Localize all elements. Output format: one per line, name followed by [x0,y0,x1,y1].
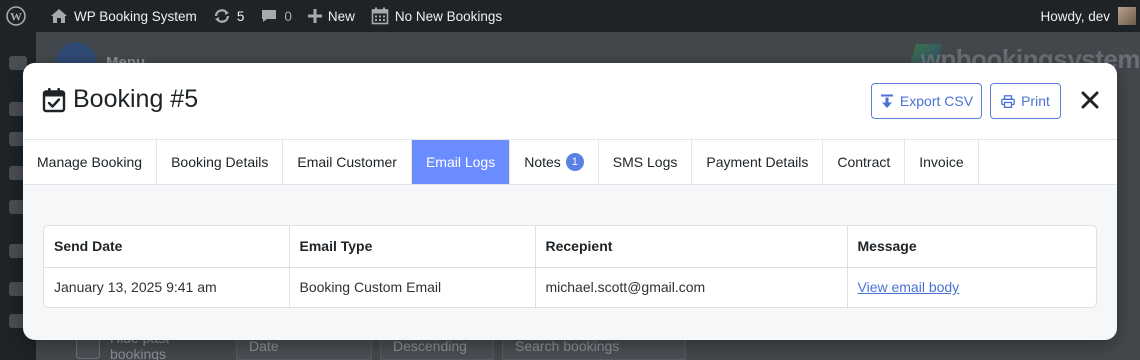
updates-count: 5 [236,8,245,24]
my-account-link[interactable]: Howdy, dev [1032,0,1140,32]
print-button[interactable]: Print [990,83,1061,119]
print-label: Print [1021,93,1050,109]
new-content-link[interactable]: New [300,0,363,32]
column-header-recipient: Recepient [535,226,848,268]
tab-label: Notes [524,154,561,170]
export-csv-label: Export CSV [899,93,974,109]
wordpress-logo-button[interactable]: W [0,0,42,32]
new-label: New [327,8,355,24]
bookings-notice-link[interactable]: No New Bookings [363,0,510,32]
tab-email-logs[interactable]: Email Logs [411,140,511,184]
comments-link[interactable]: 0 [252,0,300,32]
tab-invoice[interactable]: Invoice [905,140,979,184]
tab-label: Manage Booking [37,154,143,170]
calendar-check-icon [42,87,66,113]
comments-count: 0 [284,8,292,24]
sort-order-value: Descending [393,338,467,354]
site-name-link[interactable]: WP Booking System [42,0,205,32]
admin-bar: W WP Booking System 5 0 New No New Booki… [0,0,1140,32]
download-icon [880,94,894,109]
message-cell: View email body [847,267,1096,307]
comment-icon [260,8,278,24]
wordpress-icon: W [6,6,26,26]
modal-tabs: Manage Booking Booking Details Email Cus… [23,140,1117,185]
avatar [1118,7,1136,25]
svg-text:W: W [10,10,22,24]
modal-title: Booking #5 [42,85,198,114]
tab-label: Payment Details [706,154,809,170]
updates-link[interactable]: 5 [205,0,253,32]
howdy-label: Howdy, dev [1040,8,1110,24]
table-header-row: Send Date Email Type Recepient Message [44,226,1096,268]
recipient-cell: michael.scott@gmail.com [535,267,848,307]
tab-label: Email Logs [425,154,496,170]
calendar-icon [371,7,389,25]
view-email-body-link[interactable]: View email body [858,279,960,295]
updates-icon [213,8,231,24]
print-icon [1001,94,1015,108]
column-header-send-date: Send Date [44,226,290,268]
tab-label: SMS Logs [612,154,678,170]
bookings-notice-label: No New Bookings [394,8,503,24]
column-header-message: Message [847,226,1096,268]
email-logs-table-wrap: Send Date Email Type Recepient Message J… [43,225,1097,308]
tab-label: Booking Details [171,154,269,170]
notes-count-badge: 1 [565,153,584,171]
booking-modal: Booking #5 Export CSV Print Manage Booki… [23,63,1117,340]
booking-title: Booking #5 [73,85,199,113]
close-icon[interactable] [1079,89,1101,111]
sort-field-value: Date [249,338,279,354]
tab-notes[interactable]: Notes 1 [510,140,599,184]
table-row: January 13, 2025 9:41 am Booking Custom … [44,267,1096,307]
tab-label: Invoice [919,154,964,170]
tab-contract[interactable]: Contract [823,140,906,184]
export-csv-button[interactable]: Export CSV [871,83,982,119]
tab-manage-booking[interactable]: Manage Booking [23,140,158,184]
email-type-cell: Booking Custom Email [289,267,536,307]
modal-header: Booking #5 Export CSV Print [23,63,1117,140]
plus-icon [307,9,322,23]
column-header-email-type: Email Type [289,226,536,268]
tab-payment-details[interactable]: Payment Details [692,140,824,184]
tab-email-customer[interactable]: Email Customer [283,140,412,184]
send-date-cell: January 13, 2025 9:41 am [44,267,290,307]
home-icon [50,8,68,24]
search-placeholder: Search bookings [515,338,620,354]
tab-booking-details[interactable]: Booking Details [157,140,284,184]
email-logs-table: Send Date Email Type Recepient Message J… [44,226,1096,307]
tab-label: Contract [837,154,891,170]
site-name: WP Booking System [74,8,197,24]
tab-label: Email Customer [297,154,397,170]
tab-sms-logs[interactable]: SMS Logs [599,140,693,184]
